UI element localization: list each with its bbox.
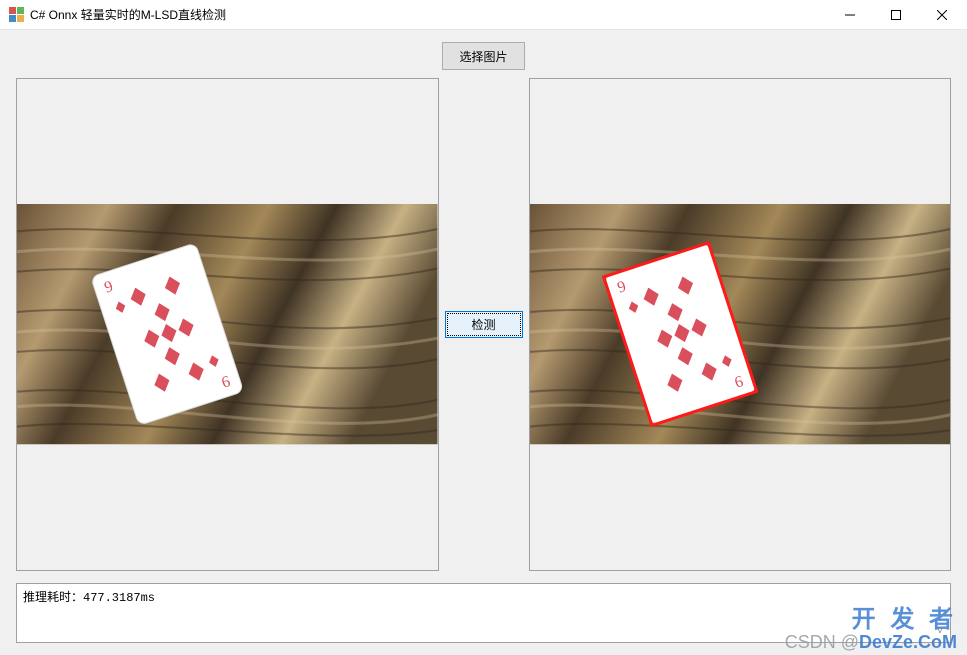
select-image-button[interactable]: 选择图片 xyxy=(442,42,524,70)
close-button[interactable] xyxy=(919,0,965,30)
output-image: 9 9 xyxy=(530,204,951,444)
window-controls xyxy=(827,0,965,30)
input-image: 9 9 xyxy=(17,204,438,444)
panels-row: 9 9 xyxy=(16,78,951,571)
titlebar: C# Onnx 轻量实时的M-LSD直线检测 xyxy=(0,0,967,30)
status-output[interactable]: 推理耗时：477.3187ms ˅ xyxy=(16,583,951,643)
client-area: 选择图片 xyxy=(0,30,967,655)
status-text: 推理耗时：477.3187ms xyxy=(23,591,155,605)
scroll-hint-icon: ˅ xyxy=(932,624,948,640)
output-image-panel: 9 9 xyxy=(529,78,952,571)
top-toolbar: 选择图片 xyxy=(16,42,951,70)
minimize-button[interactable] xyxy=(827,0,873,30)
app-icon xyxy=(8,7,24,23)
detect-button[interactable]: 检测 xyxy=(445,311,523,338)
window-title: C# Onnx 轻量实时的M-LSD直线检测 xyxy=(30,6,827,23)
input-image-panel: 9 9 xyxy=(16,78,439,571)
center-column: 检测 xyxy=(439,78,529,571)
maximize-button[interactable] xyxy=(873,0,919,30)
